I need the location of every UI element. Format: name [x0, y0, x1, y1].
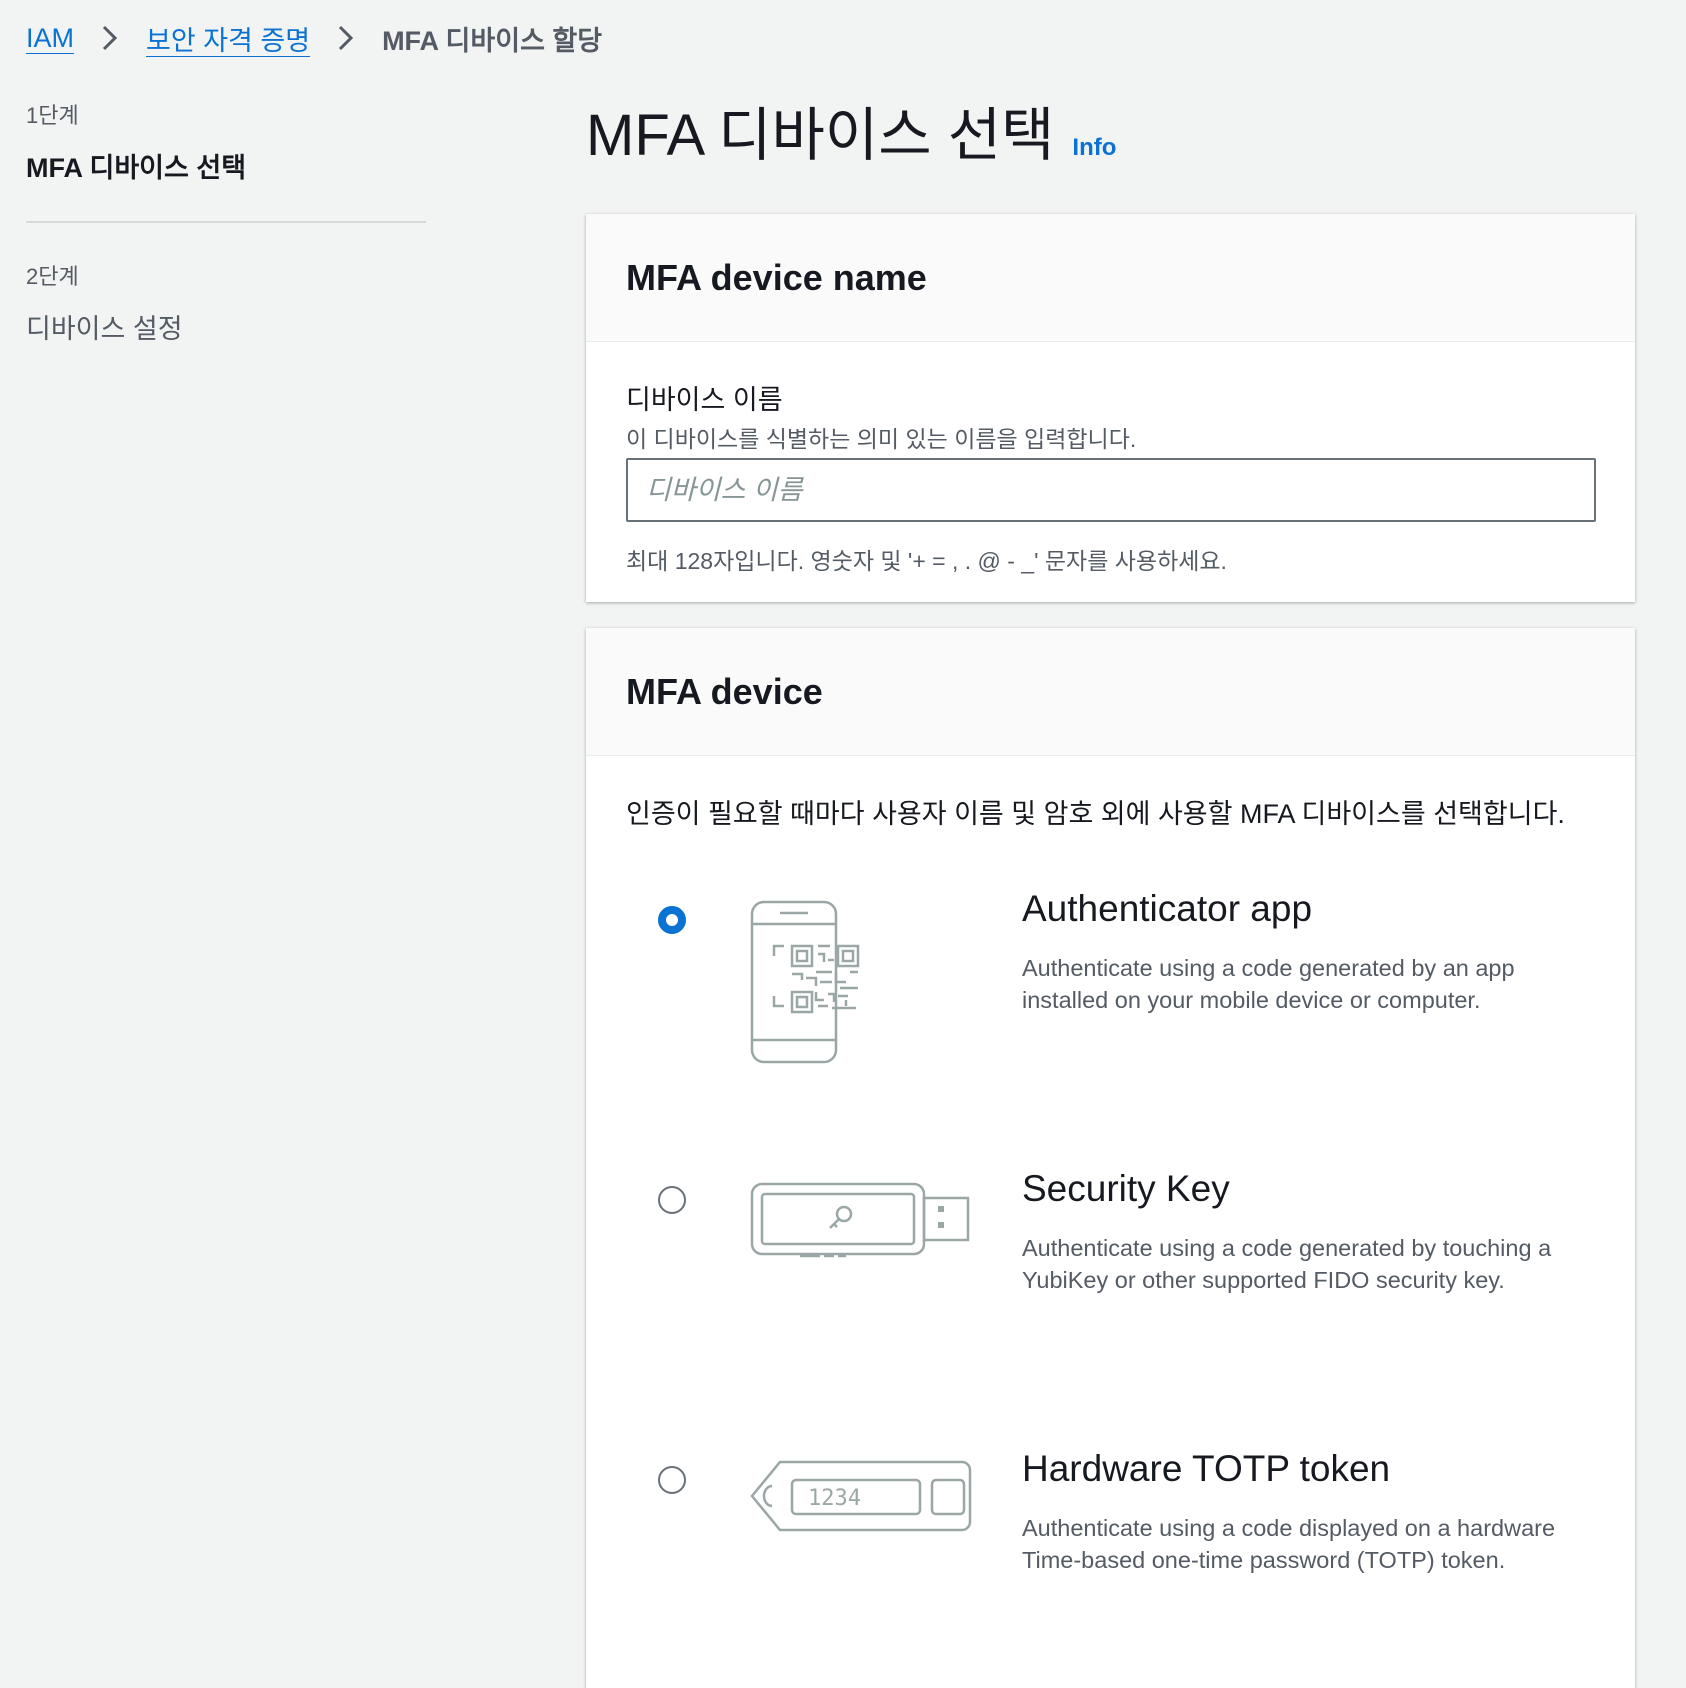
option-title: Security Key: [1022, 1168, 1230, 1209]
totp-token-icon: 1234: [750, 1460, 972, 1532]
radio-authenticator-app[interactable]: [658, 906, 686, 934]
device-name-label: 디바이스 이름: [626, 385, 783, 415]
chevron-right-icon: [339, 25, 354, 51]
breadcrumb-link-iam[interactable]: IAM: [26, 23, 74, 54]
step-title: 디바이스 설정: [26, 314, 183, 344]
step-number: 1단계: [26, 103, 79, 128]
device-name-constraint: 최대 128자입니다. 영숫자 및 '+ = , . @ - _' 문자를 사용…: [626, 548, 1227, 574]
page-title: MFA 디바이스 선택: [586, 103, 1055, 168]
step-divider: [26, 221, 426, 223]
option-description: Authenticate using a code generated by a…: [1022, 955, 1515, 1013]
device-intro-text: 인증이 필요할 때마다 사용자 이름 및 암호 외에 사용할 MFA 디바이스를…: [626, 799, 1565, 829]
breadcrumb: IAM 보안 자격 증명 MFA 디바이스 할당: [26, 20, 602, 56]
info-link[interactable]: Info: [1072, 134, 1116, 162]
option-description: Authenticate using a code generated by t…: [1022, 1235, 1552, 1293]
panel-title: MFA device name: [626, 256, 927, 298]
radio-security-key[interactable]: [658, 1186, 686, 1214]
breadcrumb-current: MFA 디바이스 할당: [382, 25, 603, 56]
usb-security-key-icon: [750, 1182, 970, 1258]
mobile-qr-icon: [750, 900, 860, 1064]
option-title: Authenticator app: [1022, 888, 1313, 929]
option-title: Hardware TOTP token: [1022, 1448, 1391, 1489]
panel-header: MFA device: [586, 628, 1635, 756]
step-2: 2단계 디바이스 설정: [26, 259, 426, 346]
option-description: Authenticate using a code displayed on a…: [1022, 1515, 1556, 1573]
option-hardware-totp-token[interactable]: 1234 Hardware TOTP token Authenticate us…: [586, 1420, 1635, 1620]
device-name-description: 이 디바이스를 식별하는 의미 있는 이름을 입력합니다.: [626, 426, 1137, 452]
mfa-device-panel: MFA device 인증이 필요할 때마다 사용자 이름 및 암호 외에 사용…: [586, 628, 1635, 1688]
chevron-right-icon: [102, 25, 118, 51]
step-number: 2단계: [26, 264, 79, 289]
device-name-input[interactable]: [626, 458, 1596, 522]
panel-title: MFA device: [626, 670, 823, 712]
breadcrumb-link-security-credentials[interactable]: 보안 자격 증명: [146, 19, 310, 58]
page-header: MFA 디바이스 선택 Info: [586, 100, 1116, 172]
step-1: 1단계 MFA 디바이스 선택: [26, 98, 426, 185]
panel-header: MFA device name: [586, 214, 1635, 342]
wizard-steps: 1단계 MFA 디바이스 선택 2단계 디바이스 설정: [26, 98, 426, 346]
mfa-device-name-panel: MFA device name 디바이스 이름 이 디바이스를 식별하는 의미 …: [586, 214, 1635, 602]
token-display-value: 1234: [808, 1486, 861, 1511]
option-security-key[interactable]: Security Key Authenticate using a code g…: [586, 1140, 1635, 1340]
radio-hardware-totp-token[interactable]: [658, 1466, 686, 1494]
option-authenticator-app[interactable]: Authenticator app Authenticate using a c…: [586, 860, 1635, 1064]
step-title: MFA 디바이스 선택: [26, 153, 247, 183]
